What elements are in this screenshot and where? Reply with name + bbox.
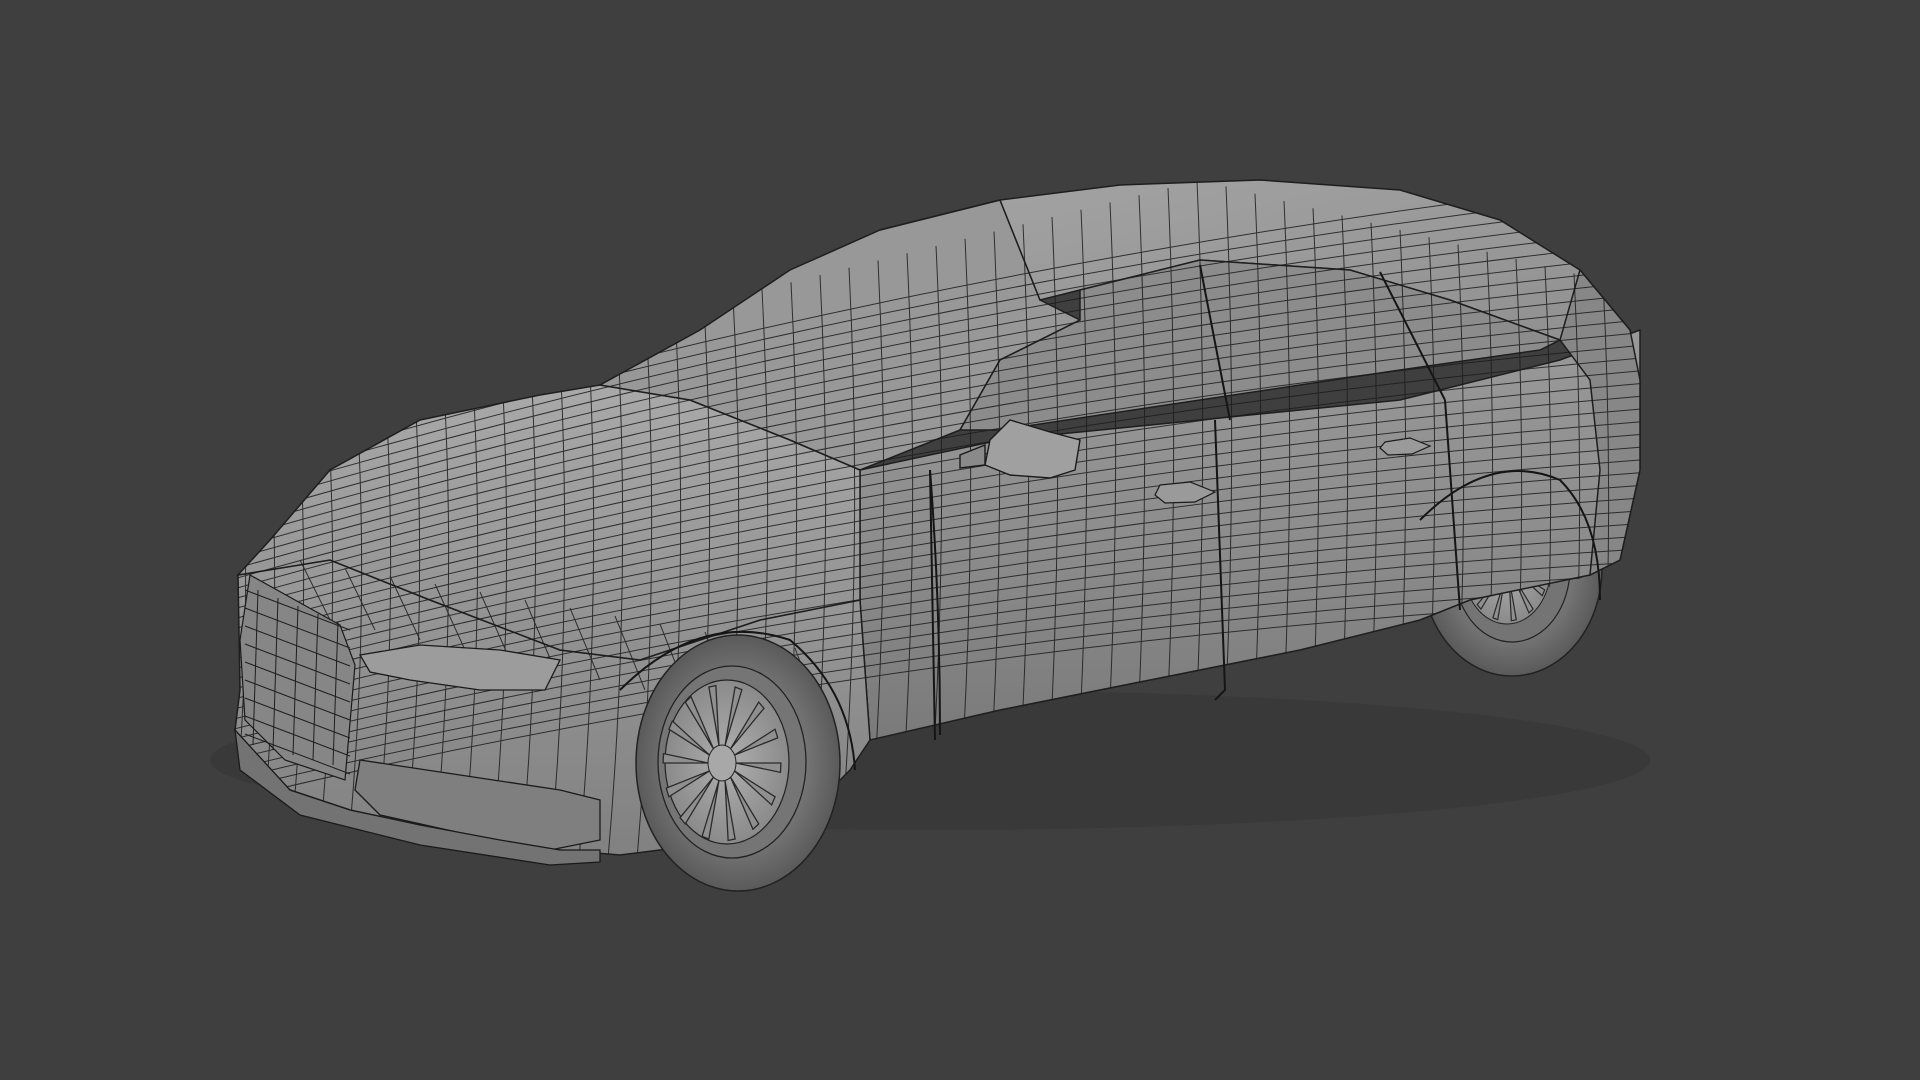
front-wheel <box>635 634 841 892</box>
car-render <box>210 179 1650 892</box>
3d-viewport[interactable] <box>0 0 1920 1080</box>
